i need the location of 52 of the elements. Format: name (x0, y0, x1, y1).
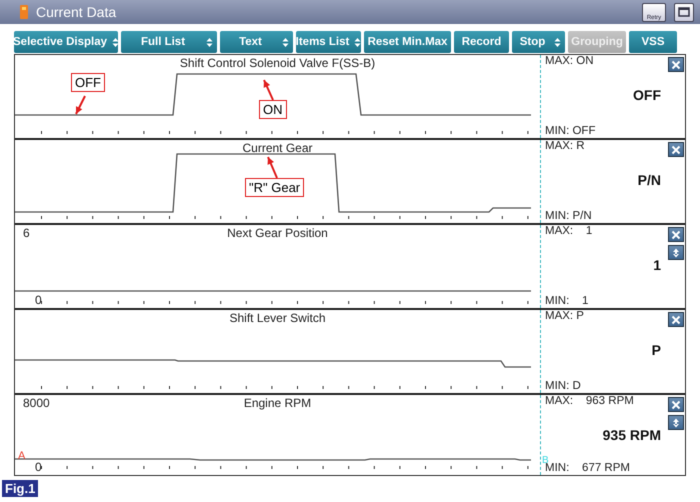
max-reading: MAX: ON (545, 55, 594, 67)
scale-label: 6 (23, 226, 30, 240)
scale-label: 0 (35, 293, 42, 307)
callout-arrow (75, 96, 86, 114)
close-button[interactable] (668, 227, 684, 242)
close-button[interactable] (668, 142, 684, 157)
chart-title: Shift Control Solenoid Valve F(SS-B) (180, 56, 376, 70)
dropdown-button[interactable]: Text (220, 31, 293, 53)
maximize-icon (678, 7, 690, 17)
min-reading: MIN: P/N (545, 210, 592, 222)
min-reading: MIN: D (545, 380, 581, 392)
current-value: OFF (633, 87, 661, 103)
chart-title: Shift Lever Switch (229, 311, 326, 325)
dropdown-button[interactable]: Stop (512, 31, 565, 53)
app-icon (20, 5, 28, 19)
window-title: Current Data (36, 4, 116, 20)
close-button[interactable] (668, 312, 684, 327)
max-reading: MAX: 963 RPM (545, 395, 634, 407)
dropdown-button[interactable]: Full List (121, 31, 217, 53)
close-button[interactable] (668, 57, 684, 72)
maximize-button[interactable] (674, 2, 694, 22)
scale-label: 0 (35, 460, 42, 474)
reorder-button[interactable] (668, 415, 684, 430)
callout-label: "R" Gear (245, 178, 304, 197)
toolbar-button[interactable]: VSS (629, 31, 677, 53)
toolbar-button[interactable]: Reset Min.Max (364, 31, 451, 53)
close-button[interactable] (668, 397, 684, 412)
figure-label: Fig.1 (2, 480, 38, 497)
scale-label: 8000 (23, 396, 50, 410)
max-reading: MAX: P (545, 310, 584, 322)
toolbar-button[interactable]: Record (454, 31, 509, 53)
callout-label: ON (259, 100, 286, 119)
current-value: 935 RPM (602, 427, 661, 443)
chart-title: Current Gear (242, 141, 313, 155)
reorder-button[interactable] (668, 245, 684, 260)
dropdown-button[interactable]: Items List (296, 31, 361, 53)
min-reading: MIN: 677 RPM (545, 462, 630, 474)
current-value: P (652, 342, 661, 358)
current-value: 1 (653, 257, 661, 273)
callout-arrow (263, 80, 274, 100)
callout-arrow (267, 156, 278, 178)
chart-title: Next Gear Position (227, 226, 328, 240)
dropdown-button[interactable]: Selective Display (14, 31, 118, 53)
current-value: P/N (638, 172, 661, 188)
min-reading: MIN: 1 (545, 295, 588, 307)
callout-label: OFF (71, 73, 105, 92)
updown-arrows-icon (672, 248, 680, 258)
updown-arrows-icon (672, 418, 680, 428)
chart-title: Engine RPM (244, 396, 312, 410)
max-reading: MAX: R (545, 140, 585, 152)
min-reading: MIN: OFF (545, 125, 596, 137)
max-reading: MAX: 1 (545, 225, 592, 237)
